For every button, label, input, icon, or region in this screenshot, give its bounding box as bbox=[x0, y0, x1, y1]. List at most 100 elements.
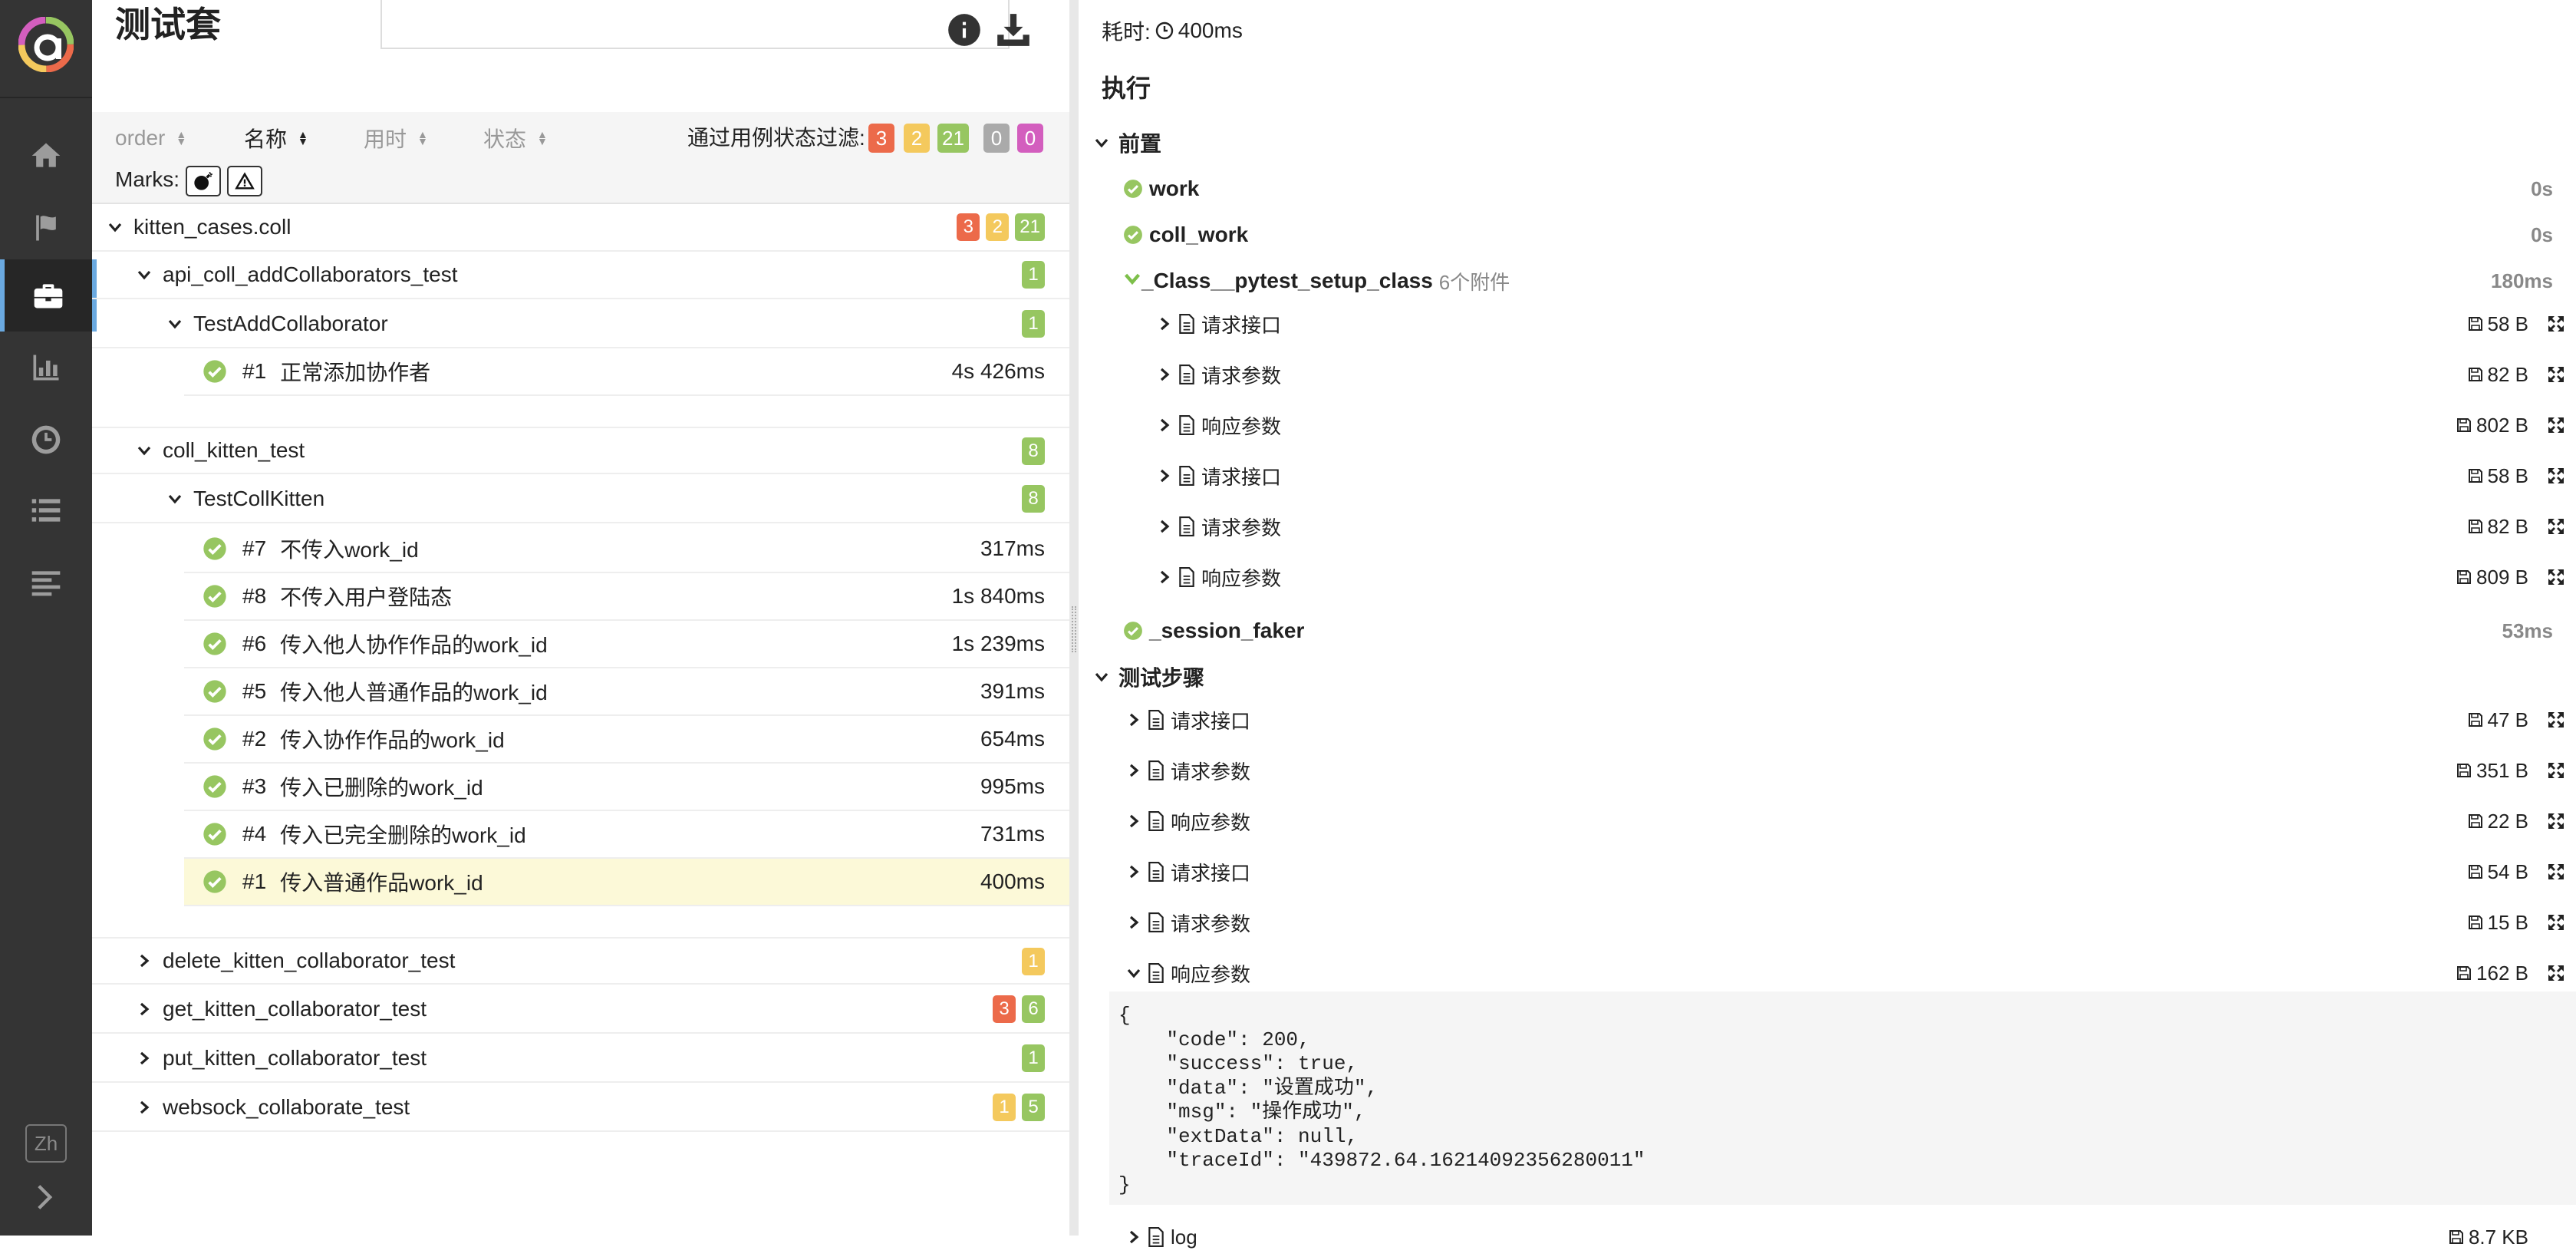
language-button[interactable]: Zh bbox=[25, 1124, 67, 1163]
test-case-row[interactable]: #6 传入他人协作作品的work_id 1s 239ms bbox=[184, 621, 1069, 668]
sort-order[interactable]: order ▲ ▼ bbox=[115, 123, 186, 153]
download-button[interactable] bbox=[994, 11, 1033, 49]
expand-icon[interactable] bbox=[2547, 315, 2565, 333]
nav-suites[interactable] bbox=[0, 259, 92, 332]
info-button[interactable] bbox=[945, 11, 983, 49]
expand-icon[interactable] bbox=[2547, 711, 2565, 729]
mark-warning-toggle[interactable] bbox=[227, 166, 262, 196]
filter-broken-badge[interactable]: 2 bbox=[904, 124, 930, 153]
step-duration: 0s bbox=[2531, 177, 2553, 200]
test-case-duration: 1s 840ms bbox=[951, 584, 1045, 608]
sort-duration[interactable]: 用时 ▲ ▼ bbox=[364, 123, 428, 153]
nav-behaviors[interactable] bbox=[0, 474, 92, 546]
test-case-row[interactable]: #3 传入已删除的work_id 995ms bbox=[184, 764, 1069, 811]
passed-check-icon bbox=[203, 680, 226, 703]
test-case-row[interactable]: #1 正常添加协作者 4s 426ms bbox=[184, 348, 1069, 396]
pane-splitter[interactable] bbox=[1069, 0, 1079, 1236]
test-case-duration: 4s 426ms bbox=[951, 359, 1045, 383]
list-icon bbox=[31, 499, 61, 522]
attachment-row[interactable]: 响应参数 22 B bbox=[1126, 801, 2565, 841]
sort-name[interactable]: 名称 ▲ ▼ bbox=[244, 123, 308, 153]
tree-node-group[interactable]: put_kitten_collaborator_test 1 bbox=[92, 1035, 1069, 1083]
test-case-row[interactable]: #2 传入协作作品的work_id 654ms bbox=[184, 716, 1069, 764]
attachment-row[interactable]: 请求接口 47 B bbox=[1126, 700, 2565, 740]
step-row[interactable]: coll_work 0s bbox=[1123, 218, 2561, 252]
status-badges: 8 bbox=[1022, 485, 1045, 513]
filter-skipped-badge[interactable]: 0 bbox=[983, 124, 1010, 153]
file-icon bbox=[1148, 963, 1164, 983]
tree-node-class[interactable]: TestCollKitten 8 bbox=[92, 476, 1069, 523]
save-icon bbox=[2457, 418, 2472, 432]
test-case-name: 传入他人协作作品的work_id bbox=[280, 633, 548, 657]
search-input[interactable] bbox=[380, 0, 1010, 49]
test-case-duration: 654ms bbox=[980, 727, 1045, 751]
test-case-row[interactable]: #5 传入他人普通作品的work_id 391ms bbox=[184, 668, 1069, 716]
test-case-duration: 1s 239ms bbox=[951, 632, 1045, 655]
attachment-size-text: 58 B bbox=[2487, 312, 2529, 335]
tree-node-group[interactable]: api_coll_addCollaborators_test 1 bbox=[92, 252, 1069, 299]
tree-node-group[interactable]: websock_collaborate_test 1 5 bbox=[92, 1084, 1069, 1132]
expand-icon[interactable] bbox=[2547, 812, 2565, 830]
test-steps-section-toggle[interactable]: 测试步骤 bbox=[1094, 661, 1204, 692]
expand-icon[interactable] bbox=[2547, 863, 2565, 881]
expand-icon[interactable] bbox=[2547, 913, 2565, 932]
attachment-row[interactable]: log 8.7 KB bbox=[1126, 1217, 2565, 1257]
attachment-row[interactable]: 请求参数 82 B bbox=[1157, 506, 2565, 546]
mark-flaky-toggle[interactable] bbox=[186, 166, 221, 196]
expand-icon[interactable] bbox=[2547, 517, 2565, 536]
test-case-row[interactable]: #7 不传入work_id 317ms bbox=[184, 526, 1069, 573]
attachment-row[interactable]: 响应参数 802 B bbox=[1157, 405, 2565, 445]
test-case-row[interactable]: #8 不传入用户登陆态 1s 840ms bbox=[184, 573, 1069, 621]
attachment-size-text: 351 B bbox=[2476, 758, 2528, 782]
passed-count-badge: 8 bbox=[1022, 437, 1045, 465]
passed-count-badge: 8 bbox=[1022, 485, 1045, 513]
tree-node-class[interactable]: TestAddCollaborator 1 bbox=[92, 301, 1069, 348]
nav-overview[interactable] bbox=[0, 120, 92, 192]
filter-unknown-badge[interactable]: 0 bbox=[1017, 124, 1043, 153]
attachment-row[interactable]: 请求参数 15 B bbox=[1126, 902, 2565, 942]
chevron-right-icon bbox=[135, 952, 153, 970]
step-name: _session_faker bbox=[1149, 619, 1305, 642]
sort-status[interactable]: 状态 ▲ ▼ bbox=[483, 123, 548, 153]
nav-timeline[interactable] bbox=[0, 404, 92, 476]
status-badges: 1 5 bbox=[993, 1094, 1045, 1121]
tree-node-root[interactable]: kitten_cases.coll 3 2 21 bbox=[92, 204, 1069, 252]
setup-section-toggle[interactable]: 前置 bbox=[1094, 127, 1161, 158]
attachment-row[interactable]: 请求参数 82 B bbox=[1157, 355, 2565, 394]
test-duration: 耗时: 400ms bbox=[1102, 15, 1243, 46]
status-badges: 1 bbox=[1022, 261, 1045, 289]
nav-categories[interactable] bbox=[0, 192, 92, 264]
test-case-row[interactable]: #4 传入已完全删除的work_id 731ms bbox=[184, 811, 1069, 859]
expand-icon[interactable] bbox=[2547, 365, 2565, 384]
save-icon bbox=[2449, 1230, 2463, 1244]
attachment-row-expanded[interactable]: 响应参数 162 B bbox=[1126, 953, 2565, 993]
filter-passed-badge[interactable]: 21 bbox=[937, 124, 969, 153]
sidebar-collapse-button[interactable] bbox=[29, 1180, 60, 1214]
nav-graphs[interactable] bbox=[0, 332, 92, 404]
expand-icon[interactable] bbox=[2547, 761, 2565, 780]
status-badges: 8 bbox=[1022, 437, 1045, 465]
passed-check-icon bbox=[203, 870, 226, 893]
test-case-row-selected[interactable]: #1 传入普通作品work_id 400ms bbox=[184, 859, 1069, 906]
expand-icon[interactable] bbox=[2547, 964, 2565, 982]
expand-icon[interactable] bbox=[2547, 416, 2565, 434]
attachment-row[interactable]: 请求接口 58 B bbox=[1157, 456, 2565, 496]
file-icon bbox=[1179, 466, 1194, 486]
attachment-row[interactable]: 请求接口 58 B bbox=[1157, 304, 2565, 344]
status-badges: 3 2 21 bbox=[957, 213, 1045, 241]
attachment-row[interactable]: 请求参数 351 B bbox=[1126, 751, 2565, 790]
tree-node-group[interactable]: coll_kitten_test 8 bbox=[92, 427, 1069, 474]
tree-node-group[interactable]: get_kitten_collaborator_test 3 6 bbox=[92, 986, 1069, 1034]
nav-packages[interactable] bbox=[0, 546, 92, 619]
step-row[interactable]: work 0s bbox=[1123, 172, 2561, 206]
tree-node-group[interactable]: delete_kitten_collaborator_test 1 bbox=[92, 937, 1069, 985]
expand-icon[interactable] bbox=[2547, 467, 2565, 485]
attachment-row[interactable]: 请求接口 54 B bbox=[1126, 852, 2565, 892]
attachment-row[interactable]: 响应参数 809 B bbox=[1157, 557, 2565, 597]
step-row[interactable]: _Class__pytest_setup_class 6个附件 180ms bbox=[1123, 264, 2561, 298]
chevron-right-icon bbox=[1126, 712, 1143, 727]
expand-icon[interactable] bbox=[2547, 568, 2565, 586]
allure-logo[interactable] bbox=[18, 17, 74, 72]
step-row[interactable]: _session_faker 53ms bbox=[1123, 614, 2561, 648]
filter-failed-badge[interactable]: 3 bbox=[868, 124, 894, 153]
